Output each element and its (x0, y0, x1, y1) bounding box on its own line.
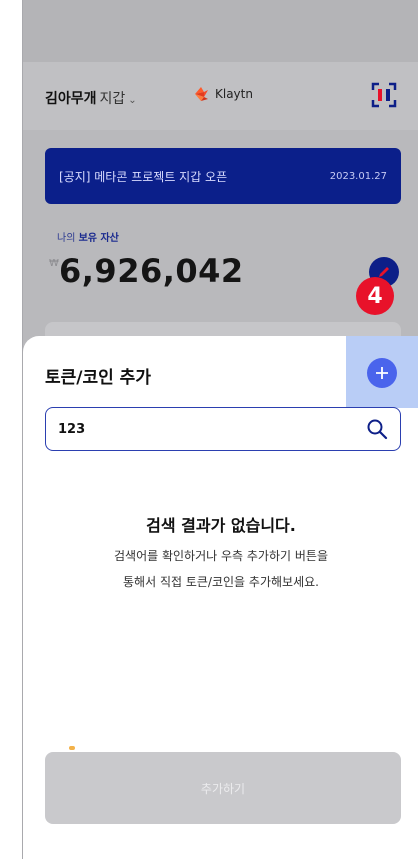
wallet-suffix-label: 지갑 (99, 91, 126, 107)
empty-desc-line-2: 통해서 직접 토큰/코인을 추가해보세요. (123, 575, 319, 589)
wallet-selector[interactable]: 김아무개 지갑 ⌄ (45, 88, 137, 108)
currency-symbol: ₩ (49, 258, 59, 269)
decorative-mark (69, 746, 75, 750)
sheet-title: 토큰/코인 추가 (45, 368, 151, 388)
page-margin (0, 0, 22, 859)
assets-label-prefix: 나의 (57, 233, 79, 244)
notice-text: [공지] 메타콘 프로젝트 지갑 오픈 (59, 169, 228, 184)
notice-date: 2023.01.27 (329, 170, 387, 182)
token-search-input[interactable] (58, 421, 366, 437)
empty-desc-line-1: 검색어를 확인하거나 우측 추가하기 버튼을 (114, 549, 328, 563)
network-selector[interactable]: Klaytn (193, 86, 253, 102)
search-icon[interactable] (366, 418, 388, 440)
empty-result-description: 검색어를 확인하거나 우측 추가하기 버튼을 통해서 직접 토큰/코인을 추가해… (23, 543, 418, 595)
plus-icon (376, 367, 388, 379)
token-search-box[interactable] (45, 407, 401, 451)
empty-result-title: 검색 결과가 없습니다. (146, 516, 296, 535)
chevron-down-icon: ⌄ (128, 95, 137, 106)
qr-scan-icon[interactable] (371, 82, 397, 108)
assets-label: 나의 보유 자산 (57, 229, 119, 244)
assets-label-bold: 보유 자산 (78, 233, 119, 244)
add-token-button[interactable] (367, 358, 397, 388)
wallet-name-label: 김아무개 (45, 91, 97, 107)
klaytn-logo-icon (195, 87, 208, 101)
wallet-header: 김아무개 지갑 ⌄ Klaytn (23, 62, 418, 130)
status-area (23, 0, 418, 62)
step-number-badge: 4 (356, 277, 394, 315)
network-name: Klaytn (215, 87, 253, 101)
add-submit-button[interactable]: 추가하기 (45, 752, 401, 824)
notice-banner[interactable]: [공지] 메타콘 프로젝트 지갑 오픈 2023.01.27 (45, 148, 401, 204)
phone-screen: 김아무개 지갑 ⌄ Klaytn [공지] 메타콘 프로젝트 지갑 오픈 2023.… (22, 0, 418, 859)
add-token-sheet: 토큰/코인 추가 검색 결과가 없습니다. 검색어를 확인하거나 우측 추가하기… (23, 336, 418, 859)
asset-amount: 6,926,042 (59, 252, 244, 290)
